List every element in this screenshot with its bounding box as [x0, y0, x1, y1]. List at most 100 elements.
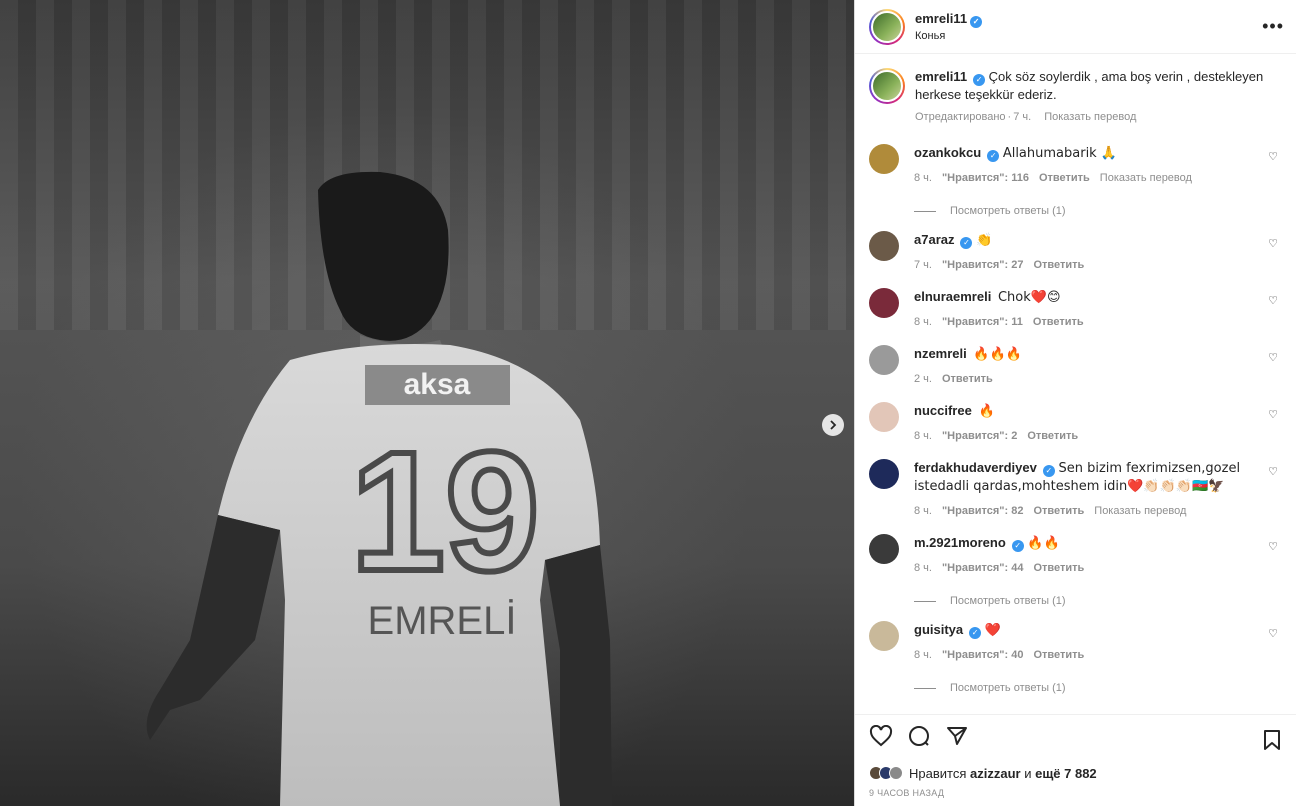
- view-replies-label[interactable]: Посмотреть ответы (1): [950, 595, 1066, 607]
- comment-username[interactable]: m.2921moreno: [914, 535, 1006, 550]
- comment-time[interactable]: 8 ч.: [914, 316, 932, 328]
- commenter-avatar[interactable]: [869, 231, 899, 261]
- next-arrow-icon[interactable]: [822, 414, 844, 436]
- comment-row: guisitya ✓ ❤️ 8 ч. "Нравится": 40 Ответить ♡: [869, 621, 1282, 664]
- caption-edited: Отредактировано: [915, 111, 1006, 123]
- comment-row: ozankokcu ✓ Allahumabarik 🙏 8 ч. "Нравится"…: [869, 144, 1282, 187]
- author-avatar[interactable]: [869, 68, 905, 104]
- comment-time[interactable]: 8 ч.: [914, 649, 932, 661]
- comment-item: nzemreli 🔥🔥🔥 2 ч. Ответить ♡: [869, 345, 1282, 388]
- comment-icon[interactable]: [907, 724, 931, 753]
- translate-link[interactable]: Показать перевод: [1094, 505, 1186, 517]
- comment-text: 👏: [976, 233, 993, 248]
- comment-likes[interactable]: "Нравится": 44: [942, 562, 1023, 574]
- post-media[interactable]: aksa 19 EMRELİ: [0, 0, 854, 806]
- author-avatar[interactable]: [869, 8, 905, 45]
- comment-time[interactable]: 8 ч.: [914, 430, 932, 442]
- posted-ago[interactable]: 9 ЧАСОВ НАЗАД: [855, 784, 1296, 806]
- commenter-avatar[interactable]: [869, 621, 899, 651]
- translate-link[interactable]: Показать перевод: [1100, 172, 1192, 184]
- comment-text: 🔥: [978, 404, 995, 419]
- comment-like-heart-icon[interactable]: ♡: [1268, 627, 1278, 640]
- heart-icon[interactable]: [869, 724, 893, 752]
- comment-time[interactable]: 2 ч.: [914, 373, 932, 385]
- reply-button[interactable]: Ответить: [1033, 649, 1084, 661]
- comment-username[interactable]: a7araz: [914, 232, 954, 247]
- comment-likes[interactable]: "Нравится": 116: [942, 172, 1029, 184]
- verified-icon: ✓: [973, 74, 986, 86]
- comment-item: ferdakhudaverdiyev ✓ Sen bizim fexrimizse…: [869, 459, 1282, 520]
- view-replies-button[interactable]: Посмотреть ответы (1): [914, 682, 1282, 694]
- reply-button[interactable]: Ответить: [1033, 259, 1084, 271]
- reply-button[interactable]: Ответить: [1033, 505, 1084, 517]
- comment-row: m.2921moreno ✓ 🔥🔥 8 ч. "Нравится": 44 Ответи…: [869, 534, 1282, 577]
- commenter-avatar[interactable]: [869, 459, 899, 489]
- comment-username[interactable]: nzemreli: [914, 346, 967, 361]
- likes-summary[interactable]: Нравится azizzaur и ещё 7 882: [855, 762, 1296, 784]
- comment-item: elnuraemreli Chok❤️😊 8 ч. "Нравится": 11 От…: [869, 288, 1282, 331]
- comment-time[interactable]: 8 ч.: [914, 505, 932, 517]
- view-replies-label[interactable]: Посмотреть ответы (1): [950, 205, 1066, 217]
- reply-button[interactable]: Ответить: [1027, 430, 1078, 442]
- comment-username[interactable]: ozankokcu: [914, 145, 981, 160]
- caption-username[interactable]: emreli11: [915, 69, 967, 84]
- comment-time[interactable]: 8 ч.: [914, 562, 932, 574]
- comment-like-heart-icon[interactable]: ♡: [1268, 237, 1278, 250]
- comment-like-heart-icon[interactable]: ♡: [1268, 150, 1278, 163]
- comment-row: a7araz ✓ 👏 7 ч. "Нравится": 27 Ответить ♡: [869, 231, 1282, 274]
- comment-like-heart-icon[interactable]: ♡: [1268, 351, 1278, 364]
- save-icon[interactable]: [1262, 729, 1282, 756]
- jersey-number: 19: [350, 417, 539, 607]
- reply-button[interactable]: Ответить: [1039, 172, 1090, 184]
- comment-username[interactable]: ferdakhudaverdiyev: [914, 460, 1037, 475]
- view-replies-button[interactable]: Посмотреть ответы (1): [914, 205, 1282, 217]
- commenter-avatar[interactable]: [869, 288, 899, 318]
- comment-like-heart-icon[interactable]: ♡: [1268, 540, 1278, 553]
- comment-username[interactable]: elnuraemreli: [914, 289, 991, 304]
- commenter-avatar[interactable]: [869, 534, 899, 564]
- comment-like-heart-icon[interactable]: ♡: [1268, 408, 1278, 421]
- reply-button[interactable]: Ответить: [1033, 562, 1084, 574]
- comment-text: Chok❤️😊: [997, 290, 1061, 305]
- comment-like-heart-icon[interactable]: ♡: [1268, 465, 1278, 478]
- likes-count[interactable]: ещё 7 882: [1035, 766, 1097, 781]
- translate-link[interactable]: Показать перевод: [1044, 111, 1136, 123]
- view-replies-button[interactable]: Посмотреть ответы (1): [914, 595, 1282, 607]
- commenter-avatar[interactable]: [869, 345, 899, 375]
- post-modal: aksa 19 EMRELİ emreli11 ✓ Конья ••• emrel…: [0, 0, 1296, 806]
- reply-button[interactable]: Ответить: [942, 373, 993, 385]
- liker-avatar: [889, 766, 903, 780]
- comment-likes[interactable]: "Нравится": 2: [942, 430, 1017, 442]
- action-bar: [855, 714, 1296, 762]
- comment-likes[interactable]: "Нравится": 27: [942, 259, 1023, 271]
- comment-time[interactable]: 7 ч.: [914, 259, 932, 271]
- author-username[interactable]: emreli11: [915, 11, 967, 26]
- caption-time: 7 ч.: [1013, 111, 1032, 123]
- comment-item: m.2921moreno ✓ 🔥🔥 8 ч. "Нравится": 44 Ответи…: [869, 534, 1282, 607]
- comment-row: ferdakhudaverdiyev ✓ Sen bizim fexrimizse…: [869, 459, 1282, 520]
- comment-username[interactable]: nuccifree: [914, 403, 972, 418]
- likes-mid: и: [1024, 765, 1032, 781]
- reply-button[interactable]: Ответить: [1033, 316, 1084, 328]
- commenter-avatar[interactable]: [869, 144, 899, 174]
- view-replies-label[interactable]: Посмотреть ответы (1): [950, 682, 1066, 694]
- post-location[interactable]: Конья: [915, 30, 982, 42]
- comment-text: 🔥🔥: [1027, 536, 1060, 551]
- likes-prefix: Нравится: [909, 765, 967, 781]
- comment-item: nuccifree 🔥 8 ч. "Нравится": 2 Ответить ♡: [869, 402, 1282, 445]
- comment-likes[interactable]: "Нравится": 82: [942, 505, 1023, 517]
- verified-icon: ✓: [1011, 540, 1024, 552]
- comment-likes[interactable]: "Нравится": 11: [942, 316, 1023, 328]
- comment-username[interactable]: guisitya: [914, 622, 963, 637]
- comment-time[interactable]: 8 ч.: [914, 172, 932, 184]
- share-icon[interactable]: [945, 724, 969, 753]
- verified-icon: ✓: [987, 150, 1000, 162]
- comment-like-heart-icon[interactable]: ♡: [1268, 294, 1278, 307]
- likes-user[interactable]: azizzaur: [970, 766, 1021, 781]
- more-icon[interactable]: •••: [1262, 16, 1284, 37]
- commenter-avatar[interactable]: [869, 402, 899, 432]
- post-header: emreli11 ✓ Конья •••: [855, 0, 1296, 54]
- comment-likes[interactable]: "Нравится": 40: [942, 649, 1023, 661]
- comments-list[interactable]: emreli11 ✓ Çok söz soylerdik , ama boş ve…: [855, 54, 1296, 714]
- comment-rows: ozankokcu ✓ Allahumabarik 🙏 8 ч. "Нравится"…: [869, 144, 1282, 694]
